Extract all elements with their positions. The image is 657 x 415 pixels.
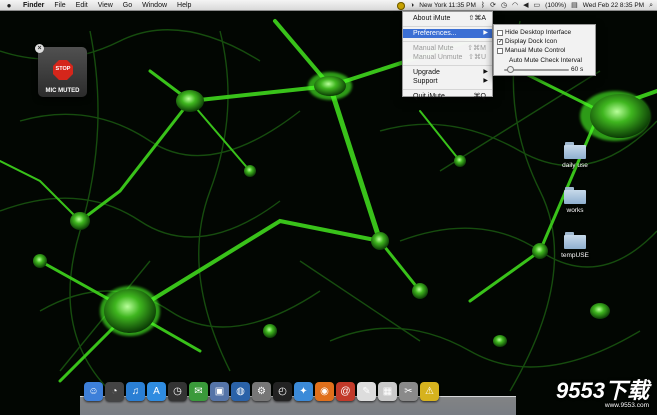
- manual-mute-shortcut: ⇧⌘M: [467, 45, 486, 52]
- folder-icon: [564, 187, 586, 204]
- world-clock-text[interactable]: New York 11:35 PM: [419, 2, 476, 9]
- preview-icon[interactable]: ▣: [210, 382, 229, 401]
- safari-icon[interactable]: ✦: [294, 382, 313, 401]
- time-machine-icon[interactable]: ◷: [168, 382, 187, 401]
- stop-sign-text: STOP: [55, 66, 71, 72]
- menu-item-quit[interactable]: Quit iMute ⌘Q: [403, 92, 492, 101]
- menu-go[interactable]: Go: [118, 0, 137, 11]
- slider-value: 60 s: [571, 66, 584, 73]
- messenger-icon[interactable]: ✉: [189, 382, 208, 401]
- manual-mute-label: Manual Mute: [413, 45, 454, 52]
- firefox-icon[interactable]: ◉: [315, 382, 334, 401]
- menu-separator: [403, 26, 492, 27]
- option-label: Display Dock Icon: [505, 38, 558, 45]
- submenu-arrow-icon: ▶: [483, 69, 488, 75]
- mic-muted-widget[interactable]: × STOP MIC MUTED: [35, 44, 87, 97]
- about-shortcut: ⇧⌘A: [468, 15, 486, 22]
- menu-item-manual-unmute: Manual Unmute ⇧⌘U: [403, 53, 492, 62]
- folder-label: daily use: [562, 162, 588, 169]
- option-hide-desktop-interface[interactable]: Hide Desktop Interface: [494, 28, 595, 37]
- clock-icon[interactable]: ◴: [273, 382, 292, 401]
- folder-label: tempUSE: [561, 252, 589, 259]
- folder-icon: [564, 142, 586, 159]
- apple-menu-icon[interactable]: ●: [0, 1, 18, 10]
- dashboard-icon[interactable]: ◔: [105, 382, 124, 401]
- checkbox-display-dock-icon[interactable]: ✓: [497, 38, 503, 45]
- menu-extras: ◑ New York 11:35 PM ᛒ ⟳ ◷ ◠ ◀ ▭ (100%) ▤…: [397, 0, 653, 11]
- support-label: Support: [413, 78, 438, 85]
- menu-bar: ● Finder File Edit View Go Window Help ◑…: [0, 0, 657, 11]
- menu-item-support[interactable]: Support ▶: [403, 77, 492, 86]
- option-manual-mute-control[interactable]: Manual Mute Control: [494, 46, 595, 55]
- system-preferences-icon[interactable]: ⚙: [252, 382, 271, 401]
- menu-view[interactable]: View: [93, 0, 118, 11]
- app-store-icon[interactable]: A: [147, 382, 166, 401]
- option-label: Hide Desktop Interface: [505, 29, 572, 36]
- menu-app-name[interactable]: Finder: [18, 0, 49, 11]
- itunes-icon[interactable]: ♫: [126, 382, 145, 401]
- preferences-label: Preferences...: [413, 30, 457, 37]
- time-machine-menu-icon[interactable]: ◷: [501, 0, 507, 11]
- address-book-icon[interactable]: @: [336, 382, 355, 401]
- folder-icon: [564, 232, 586, 249]
- sync-icon[interactable]: ⟳: [490, 0, 496, 11]
- slider-label: Auto Mute Check Interval: [509, 57, 582, 64]
- checkbox-hide-desktop-interface[interactable]: [497, 29, 503, 36]
- watermark-logo: 9553下载: [556, 378, 649, 403]
- menu-item-preferences[interactable]: Preferences... ▶: [403, 29, 492, 38]
- widget-close-icon[interactable]: ×: [35, 44, 44, 53]
- mic-muted-label: MIC MUTED: [45, 88, 80, 94]
- menu-item-about-imute[interactable]: About iMute ⇧⌘A: [403, 14, 492, 23]
- submenu-arrow-icon: ▶: [483, 78, 488, 84]
- world-clock-icon[interactable]: ◑: [410, 0, 414, 11]
- manual-unmute-label: Manual Unmute: [413, 54, 463, 61]
- finder-icon[interactable]: ☺: [84, 382, 103, 401]
- network-icon[interactable]: ⚠: [420, 382, 439, 401]
- desktop-folder-tempuse[interactable]: tempUSE: [550, 232, 600, 259]
- ical-icon[interactable]: ▦: [378, 382, 397, 401]
- manual-unmute-shortcut: ⇧⌘U: [468, 54, 486, 61]
- menu-edit[interactable]: Edit: [71, 0, 93, 11]
- quit-shortcut: ⌘Q: [473, 93, 486, 100]
- imute-dropdown-menu: About iMute ⇧⌘A Preferences... ▶ Manual …: [402, 11, 493, 100]
- textedit-icon[interactable]: ✎: [357, 382, 376, 401]
- stop-sign-icon: STOP: [53, 60, 73, 80]
- menu-separator: [403, 89, 492, 90]
- about-label: About iMute: [413, 15, 451, 22]
- wifi-icon[interactable]: ◠: [512, 0, 518, 11]
- desktop-folder-daily-use[interactable]: daily use: [550, 142, 600, 169]
- folder-label: works: [566, 207, 584, 214]
- quit-label: Quit iMute: [413, 93, 445, 100]
- spotlight-search-icon[interactable]: ⌕: [649, 0, 653, 11]
- option-display-dock-icon[interactable]: ✓ Display Dock Icon: [494, 37, 595, 46]
- checkbox-manual-mute-control[interactable]: [497, 47, 503, 54]
- slider-knob[interactable]: [506, 66, 514, 73]
- option-label: Manual Mute Control: [505, 47, 566, 54]
- menu-file[interactable]: File: [49, 0, 70, 11]
- menu-window[interactable]: Window: [137, 0, 172, 11]
- menu-help[interactable]: Help: [172, 0, 196, 11]
- menu-item-upgrade[interactable]: Upgrade ▶: [403, 68, 492, 77]
- upgrade-label: Upgrade: [413, 69, 440, 76]
- volume-icon[interactable]: ◀: [523, 0, 528, 11]
- menubar-clock[interactable]: Wed Feb 22 8:35 PM: [583, 2, 644, 9]
- menu-separator: [403, 41, 492, 42]
- bluetooth-icon[interactable]: ᛒ: [481, 0, 485, 11]
- preferences-submenu: Hide Desktop Interface ✓ Display Dock Ic…: [493, 24, 596, 76]
- menu-item-manual-mute: Manual Mute ⇧⌘M: [403, 44, 492, 53]
- google-earth-icon[interactable]: ◍: [231, 382, 250, 401]
- desktop-folder-works[interactable]: works: [550, 187, 600, 214]
- watermark-url: www.9553.com: [604, 402, 649, 409]
- battery-icon[interactable]: ▭: [534, 0, 541, 11]
- site-watermark: 9553下载 www.9553.com: [556, 378, 649, 410]
- dock: ☺ ◔ ♫ A ◷ ✉ ▣ ◍ ⚙ ◴ ✦ ◉ @ ✎ ▦ ✂ ⚠: [84, 382, 439, 404]
- submenu-arrow-icon: ▶: [483, 30, 488, 36]
- script-editor-icon[interactable]: ✂: [399, 382, 418, 401]
- imute-status-icon[interactable]: [397, 1, 406, 10]
- menu-separator: [403, 65, 492, 66]
- battery-percentage[interactable]: (100%): [545, 2, 566, 9]
- interval-slider[interactable]: 60 s: [494, 65, 595, 75]
- flag-icon[interactable]: ▤: [571, 0, 578, 11]
